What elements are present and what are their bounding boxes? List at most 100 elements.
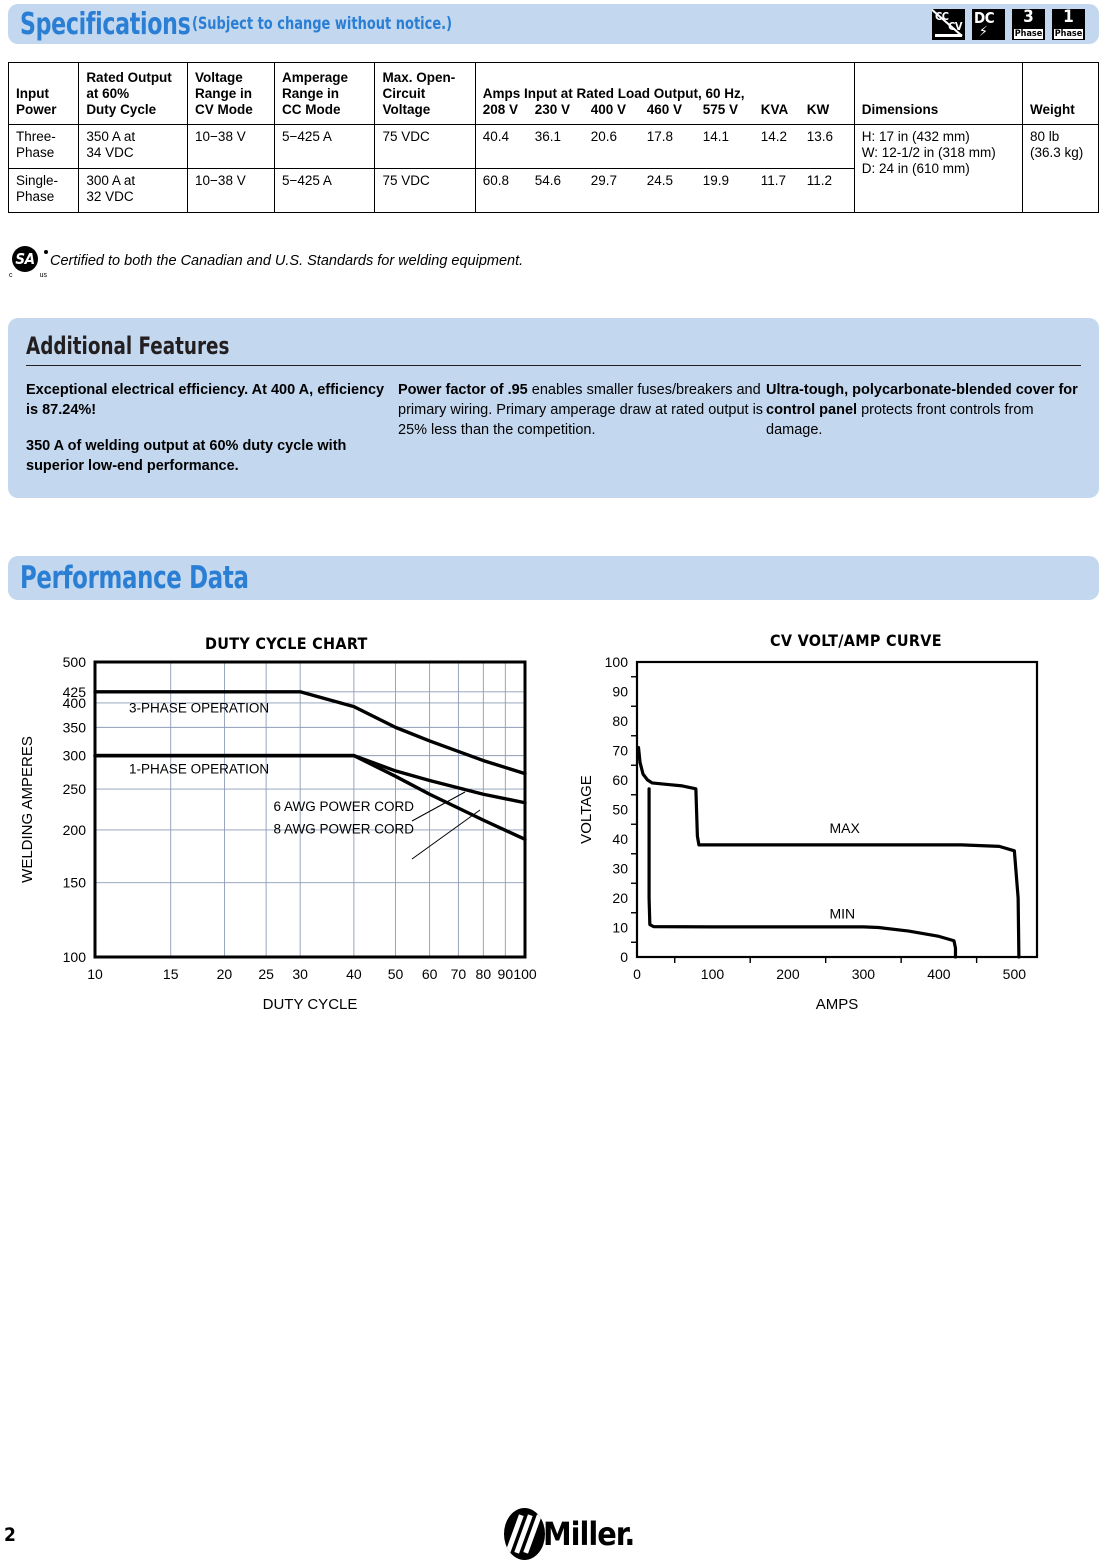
svg-text:500: 500 (1003, 966, 1027, 982)
cell-amps-230v: 36.1 (534, 129, 562, 144)
features-column-3: Ultra-tough, polycarbonate-blended cover… (766, 380, 1081, 492)
svg-text:MIN: MIN (829, 906, 855, 922)
badge-group: CC CV DC ⚡ 3 Phase 1 Phase (932, 9, 1085, 40)
svg-text:200: 200 (776, 966, 800, 982)
amps-subheader-row: 208 V 230 V 400 V 460 V 575 V KVA KW (483, 102, 847, 118)
cell-input-power: Single- Phase (7, 168, 80, 213)
feature-item: Exceptional electrical efficiency. At 40… (26, 382, 385, 418)
three-phase-caption: Phase (1014, 29, 1043, 39)
svg-text:100: 100 (701, 966, 725, 982)
cell-amps-400v: 29.7 (590, 173, 618, 188)
svg-text:30: 30 (612, 861, 628, 877)
miller-logo-icon (504, 1508, 545, 1560)
cc-cv-badge: CC CV (932, 9, 965, 40)
features-columns: Exceptional electrical efficiency. At 40… (26, 380, 1081, 492)
svg-text:90: 90 (498, 966, 514, 982)
miller-logo: Miller. (504, 1508, 635, 1560)
svg-text:300: 300 (852, 966, 876, 982)
additional-features-title: Additional Features (26, 332, 230, 360)
col-input-power: Input Power (7, 62, 80, 125)
lightning-bolt-icon: ⚡ (979, 24, 988, 40)
svg-text:100: 100 (63, 949, 87, 965)
miller-logo-text: Miller. (543, 1515, 635, 1553)
cell-dimensions: H: 17 in (432 mm) W: 12-1/2 in (318 mm) … (853, 124, 1024, 213)
svg-text:0: 0 (633, 966, 641, 982)
specifications-table: Input Power Rated Output at 60% Duty Cyc… (7, 62, 1099, 213)
cell-amps-575v: 19.9 (702, 173, 730, 188)
performance-data-header-bar: Performance Data (8, 556, 1099, 600)
single-phase-caption: Phase (1054, 29, 1083, 39)
cv-label: CV (948, 20, 962, 33)
svg-text:AMPS: AMPS (816, 996, 859, 1013)
cell-amps-kva: 11.7 (760, 173, 787, 188)
cell-voltage-range: 10−38 V (187, 124, 275, 169)
cell-voltage-range: 10−38 V (187, 168, 275, 213)
cell-amperage-range: 5−425 A (273, 168, 376, 213)
cell-amps-input: 40.4 36.1 20.6 17.8 14.1 14.2 13.6 (474, 124, 855, 169)
svg-text:50: 50 (388, 966, 404, 982)
svg-text:60: 60 (612, 772, 628, 788)
svg-text:40: 40 (346, 966, 362, 982)
three-phase-number: 3 (1023, 9, 1034, 27)
cv-curve-chart-title: CV VOLT/AMP CURVE (770, 631, 942, 650)
amps-sub-230v: 230 V (534, 102, 571, 117)
duty-cycle-chart: 10 15 20 25 30 40 50 60 70 80 90 100100150200250300… (19, 654, 537, 1013)
table-header-row: Input Power Rated Output at 60% Duty Cyc… (7, 62, 1099, 125)
performance-data-title: Performance Data (20, 560, 249, 596)
page-title: Specifications (20, 6, 191, 42)
cell-amps-208v: 60.8 (482, 173, 510, 188)
col-dimensions: Dimensions (853, 62, 1024, 125)
single-phase-number: 1 (1063, 9, 1074, 27)
amps-sub-575v: 575 V (702, 102, 739, 117)
feature-item: 350 A of welding output at 60% duty cycl… (26, 438, 347, 474)
features-divider (26, 365, 1081, 366)
page-root: Specifications (Subject to change withou… (0, 0, 1107, 1563)
svg-text:25: 25 (258, 966, 274, 982)
svg-text:30: 30 (292, 966, 308, 982)
csa-dot (44, 250, 48, 254)
svg-text:400: 400 (927, 966, 951, 982)
dc-badge: DC ⚡ (972, 9, 1005, 40)
three-phase-badge: 3 Phase (1012, 9, 1045, 40)
svg-text:100: 100 (513, 966, 537, 982)
cell-input-power: Three- Phase (7, 124, 80, 169)
svg-text:MAX: MAX (829, 820, 860, 836)
svg-text:100: 100 (605, 654, 629, 670)
svg-text:15: 15 (163, 966, 179, 982)
badge-underbar (935, 34, 962, 37)
feature-item: Ultra-tough, polycarbonate-blended cover… (766, 382, 1078, 438)
svg-text:8 AWG POWER CORD: 8 AWG POWER CORD (273, 822, 414, 837)
svg-text:300: 300 (63, 748, 87, 764)
svg-text:0: 0 (620, 949, 628, 965)
page-subtitle: (Subject to change without notice.) (191, 14, 452, 34)
amps-sub-kw: KW (806, 102, 830, 117)
cell-rated-output: 300 A at 32 VDC (78, 168, 189, 213)
amps-sub-400v: 400 V (590, 102, 627, 117)
single-phase-badge: 1 Phase (1052, 9, 1085, 40)
cell-amps-400v: 20.6 (590, 129, 618, 144)
cell-weight: 80 lb (36.3 kg) (1022, 124, 1099, 213)
cell-amps-230v: 54.6 (534, 173, 562, 188)
svg-text:150: 150 (63, 875, 87, 891)
svg-text:500: 500 (63, 654, 87, 670)
additional-features-box: Additional Features Exceptional electric… (8, 318, 1099, 498)
page-number: 2 (4, 1524, 16, 1546)
cell-amps-460v: 24.5 (646, 173, 674, 188)
svg-text:6 AWG POWER CORD: 6 AWG POWER CORD (273, 799, 414, 814)
amps-input-title: Amps Input at Rated Load Output, 60 Hz, (482, 86, 745, 101)
col-voltage-range: Voltage Range in CV Mode (187, 62, 275, 125)
cell-amps-kw: 13.6 (806, 129, 834, 144)
svg-text:40: 40 (612, 831, 628, 847)
csa-note-text: Certified to both the Canadian and U.S. … (50, 253, 524, 269)
svg-text:10: 10 (87, 966, 103, 982)
svg-text:70: 70 (451, 966, 467, 982)
svg-text:70: 70 (612, 743, 628, 759)
col-amps-input: Amps Input at Rated Load Output, 60 Hz, … (474, 62, 855, 125)
svg-text:90: 90 (612, 684, 628, 700)
svg-text:20: 20 (612, 890, 628, 906)
svg-text:20: 20 (217, 966, 233, 982)
features-column-2: Power factor of .95 enables smaller fuse… (398, 380, 766, 492)
cell-amps-input: 60.8 54.6 29.7 24.5 19.9 11.7 11.2 (474, 168, 855, 213)
cv-volt-amp-chart: 0 100 200 300 400 500 0 10 20 30 40 50 60 70 80 90 100 MA… (578, 654, 1039, 1013)
col-weight: Weight (1022, 62, 1099, 125)
